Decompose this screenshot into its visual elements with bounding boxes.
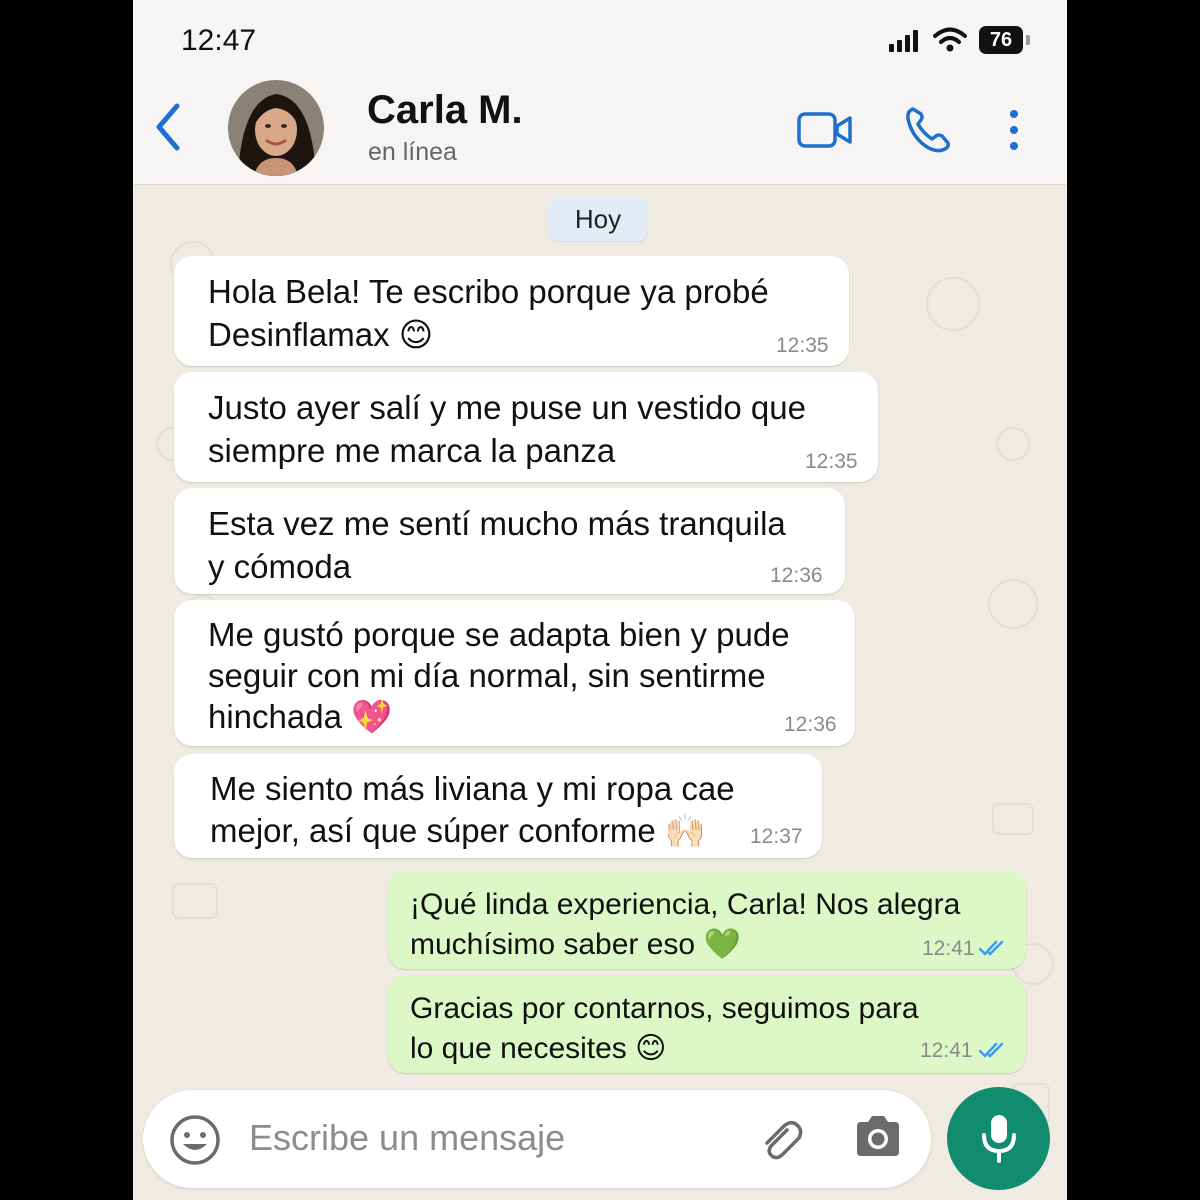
message-bubble-incoming[interactable]: Me siento más liviana y mi ropa cae mejo…	[174, 754, 822, 858]
message-bubble-incoming[interactable]: Hola Bela! Te escribo porque ya probé De…	[174, 256, 849, 366]
status-bar: 12:47 76	[133, 0, 1067, 80]
read-receipt-icon	[978, 940, 1004, 956]
message-line: Gracias por contarnos, seguimos para	[410, 992, 919, 1025]
message-text: Esta vez me sentí mucho más tranquila y …	[208, 502, 786, 588]
message-line: ¡Qué linda experiencia, Carla! Nos alegr…	[410, 888, 961, 921]
message-line: y cómoda	[208, 548, 352, 585]
message-bubble-incoming[interactable]: Justo ayer salí y me puse un vestido que…	[174, 372, 878, 482]
message-time: 12:41	[920, 1039, 973, 1062]
avatar[interactable]	[228, 80, 324, 176]
message-line: Esta vez me sentí mucho más tranquila	[208, 505, 786, 542]
camera-icon[interactable]	[853, 1114, 903, 1160]
message-text: Me siento más liviana y mi ropa cae mejo…	[210, 768, 735, 852]
message-line: seguir con mi día normal, sin sentirme	[208, 657, 766, 694]
message-line: Justo ayer salí y me puse un vestido que	[208, 389, 806, 426]
message-bubble-incoming[interactable]: Esta vez me sentí mucho más tranquila y …	[174, 488, 845, 594]
message-time: 12:37	[750, 825, 803, 848]
message-bubble-incoming[interactable]: Me gustó porque se adapta bien y pude se…	[174, 600, 855, 746]
phone-icon[interactable]	[903, 105, 953, 155]
message-text: Justo ayer salí y me puse un vestido que…	[208, 386, 806, 472]
message-line: muchísimo saber eso 💚	[410, 928, 741, 961]
message-composer: Escribe un mensaje	[143, 1090, 931, 1188]
message-text: Gracias por contarnos, seguimos para lo …	[410, 989, 919, 1069]
message-line: Me siento más liviana y mi ropa cae	[210, 770, 735, 807]
video-call-icon[interactable]	[797, 110, 853, 150]
message-line: Me gustó porque se adapta bien y pude	[208, 616, 790, 653]
status-time: 12:47	[181, 24, 257, 57]
microphone-icon	[982, 1115, 1016, 1163]
message-line: mejor, así que súper conforme 🙌🏻	[210, 812, 706, 849]
message-input[interactable]: Escribe un mensaje	[249, 1117, 565, 1159]
message-text: Me gustó porque se adapta bien y pude se…	[208, 614, 790, 737]
message-bubble-outgoing[interactable]: Gracias por contarnos, seguimos para lo …	[388, 975, 1026, 1073]
chevron-left-icon[interactable]	[153, 102, 183, 152]
message-line: siempre me marca la panza	[208, 432, 616, 469]
message-line: Hola Bela! Te escribo porque ya probé	[208, 273, 769, 310]
chat-header: Carla M. en línea	[133, 80, 1067, 185]
message-time: 12:41	[922, 937, 975, 960]
emoji-icon[interactable]	[169, 1114, 221, 1166]
message-line: Desinflamax 😊	[208, 316, 434, 353]
signal-icon	[889, 30, 918, 52]
battery-tip	[1026, 35, 1030, 45]
message-time: 12:36	[784, 713, 837, 736]
more-vertical-icon[interactable]	[1009, 110, 1019, 150]
message-time: 12:35	[805, 450, 858, 473]
paperclip-icon[interactable]	[757, 1116, 805, 1164]
wifi-icon	[933, 27, 967, 52]
message-text: Hola Bela! Te escribo porque ya probé De…	[208, 270, 769, 356]
message-text: ¡Qué linda experiencia, Carla! Nos alegr…	[410, 885, 960, 965]
contact-name[interactable]: Carla M.	[367, 88, 523, 133]
message-time: 12:35	[776, 334, 829, 357]
presence-status: en línea	[368, 138, 457, 166]
message-time: 12:36	[770, 564, 823, 587]
voice-message-button[interactable]	[947, 1087, 1050, 1190]
phone-screen: 12:47 76 Carla M. en línea Hoy Hola Bela…	[133, 0, 1067, 1200]
read-receipt-icon	[978, 1042, 1004, 1058]
battery-indicator: 76	[979, 26, 1023, 54]
date-separator: Hoy	[548, 197, 648, 241]
message-bubble-outgoing[interactable]: ¡Qué linda experiencia, Carla! Nos alegr…	[388, 871, 1026, 969]
message-line: lo que necesites 😊	[410, 1032, 667, 1065]
message-line: hinchada 💖	[208, 698, 393, 735]
